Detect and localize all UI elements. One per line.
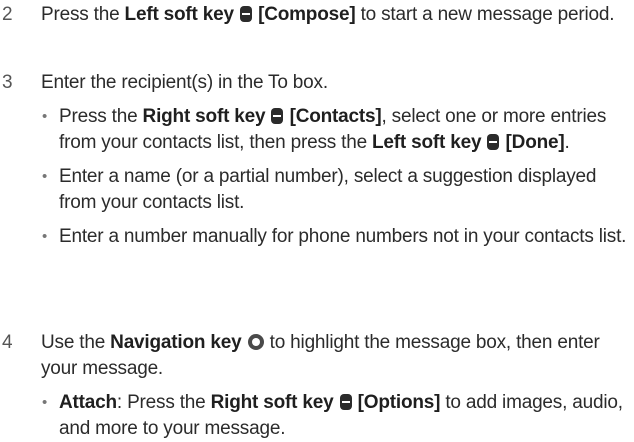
manual-page: 2 Press the Left soft key [Compose] to s… (0, 0, 634, 439)
step-number: 2 (2, 4, 13, 25)
step-4-bullets: • Attach: Press the Right soft key [Optio… (0, 390, 634, 442)
text-run: Enter a number manually for phone number… (59, 226, 627, 247)
bullet-dot: • (42, 108, 48, 125)
bullet-dot: • (42, 228, 48, 245)
text-run: : Press the (116, 392, 211, 413)
bullet-item: • Attach: Press the Right soft key [Optio… (42, 390, 629, 442)
key-name: Right soft key (210, 392, 334, 413)
key-name: Left soft key (124, 4, 235, 25)
bullet-item: • Enter a number manually for phone numbe… (42, 224, 629, 250)
softkey-icon (339, 394, 352, 410)
step-text: Press the Left soft key [Compose] to sta… (41, 2, 626, 28)
bullet-dot: • (42, 394, 48, 411)
text-run: to start a new message period. (355, 4, 615, 25)
key-name: Right soft key (142, 106, 266, 127)
key-label: [Done] (505, 132, 565, 153)
step-2: 2 Press the Left soft key [Compose] to s… (0, 2, 634, 28)
step-number: 3 (2, 72, 13, 93)
text-run: Press the (41, 4, 125, 25)
bullet-item: • Press the Right soft key [Contacts], se… (42, 104, 629, 156)
step-text: Enter the recipient(s) in the To box. (41, 72, 328, 93)
key-label: [Options] (357, 392, 441, 413)
text-run: Press the (59, 106, 143, 127)
text-run: . (564, 132, 570, 153)
softkey-icon (487, 134, 500, 150)
key-name: Navigation key (110, 332, 242, 353)
text-run: Use the (41, 332, 111, 353)
key-label: [Contacts] (289, 106, 382, 127)
softkey-icon (239, 6, 252, 22)
term: Attach (59, 392, 117, 413)
step-4: 4 Use the Navigation key to highlight th… (0, 330, 634, 442)
key-name: Left soft key (372, 132, 482, 153)
navigation-key-icon (247, 334, 264, 350)
bullet-item: • Enter a name (or a partial number), sel… (42, 164, 629, 216)
step-text: Use the Navigation key to highlight the … (41, 330, 626, 382)
text-run: Enter a name (or a partial number), sele… (59, 166, 597, 213)
bullet-dot: • (42, 168, 48, 185)
step-3-bullets: • Press the Right soft key [Contacts], se… (0, 104, 634, 250)
step-3: 3 Enter the recipient(s) in the To box. … (0, 70, 634, 250)
softkey-icon (271, 108, 284, 124)
step-number: 4 (2, 332, 13, 353)
key-label: [Compose] (258, 4, 356, 25)
